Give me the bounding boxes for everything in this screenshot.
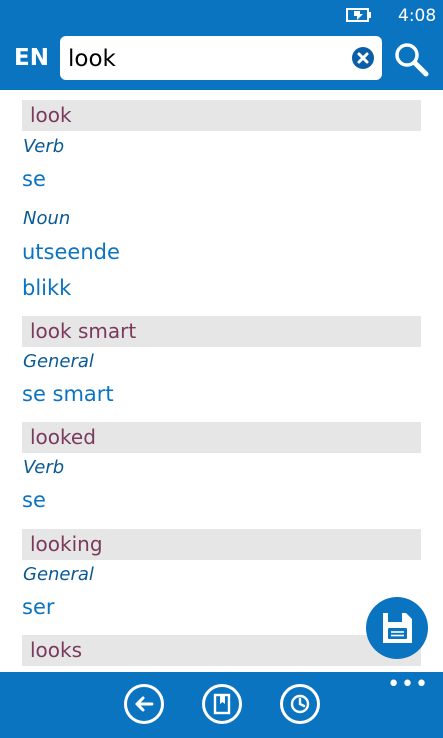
battery-charging-icon — [346, 8, 371, 22]
history-clock-icon — [290, 694, 310, 714]
part-of-speech: Noun — [23, 208, 71, 229]
translation[interactable]: ser — [22, 595, 55, 619]
status-bar: 4:08 — [0, 0, 443, 32]
entry-headword[interactable]: looks — [22, 635, 421, 666]
translation[interactable]: blikk — [22, 276, 71, 300]
entry-headword[interactable]: looked — [22, 422, 421, 453]
bookmark-book-icon — [213, 693, 231, 715]
search-box[interactable] — [60, 36, 382, 80]
translation[interactable]: se smart — [22, 382, 114, 406]
back-button[interactable] — [124, 684, 164, 724]
app-bar: ••• — [0, 672, 443, 738]
part-of-speech: General — [23, 564, 94, 585]
entry-headword[interactable]: look smart — [22, 316, 421, 347]
history-button[interactable] — [280, 684, 320, 724]
clear-icon — [357, 52, 369, 64]
language-toggle[interactable]: EN — [14, 45, 49, 71]
search-icon — [395, 43, 429, 77]
translation[interactable]: se — [22, 488, 46, 512]
search-button[interactable] — [393, 41, 429, 77]
translation[interactable]: se — [22, 167, 46, 191]
save-button[interactable] — [366, 597, 428, 659]
entry-headword[interactable]: looking — [22, 529, 421, 560]
back-arrow-icon — [135, 696, 154, 712]
translation[interactable]: utseende — [22, 240, 120, 264]
more-menu-button[interactable]: ••• — [387, 672, 429, 697]
part-of-speech: General — [23, 351, 94, 372]
save-icon — [383, 613, 412, 643]
entry-headword[interactable]: look — [22, 100, 421, 131]
results-list[interactable]: look Verb se Noun utseende blikk look sm… — [0, 90, 443, 672]
part-of-speech: Verb — [23, 136, 65, 157]
part-of-speech: Verb — [23, 457, 65, 478]
dictionary-button[interactable] — [202, 684, 242, 724]
search-input[interactable] — [66, 40, 340, 78]
top-bar: 4:08 EN — [0, 0, 443, 90]
clear-search-button[interactable] — [352, 47, 374, 69]
clock: 4:08 — [398, 6, 437, 26]
